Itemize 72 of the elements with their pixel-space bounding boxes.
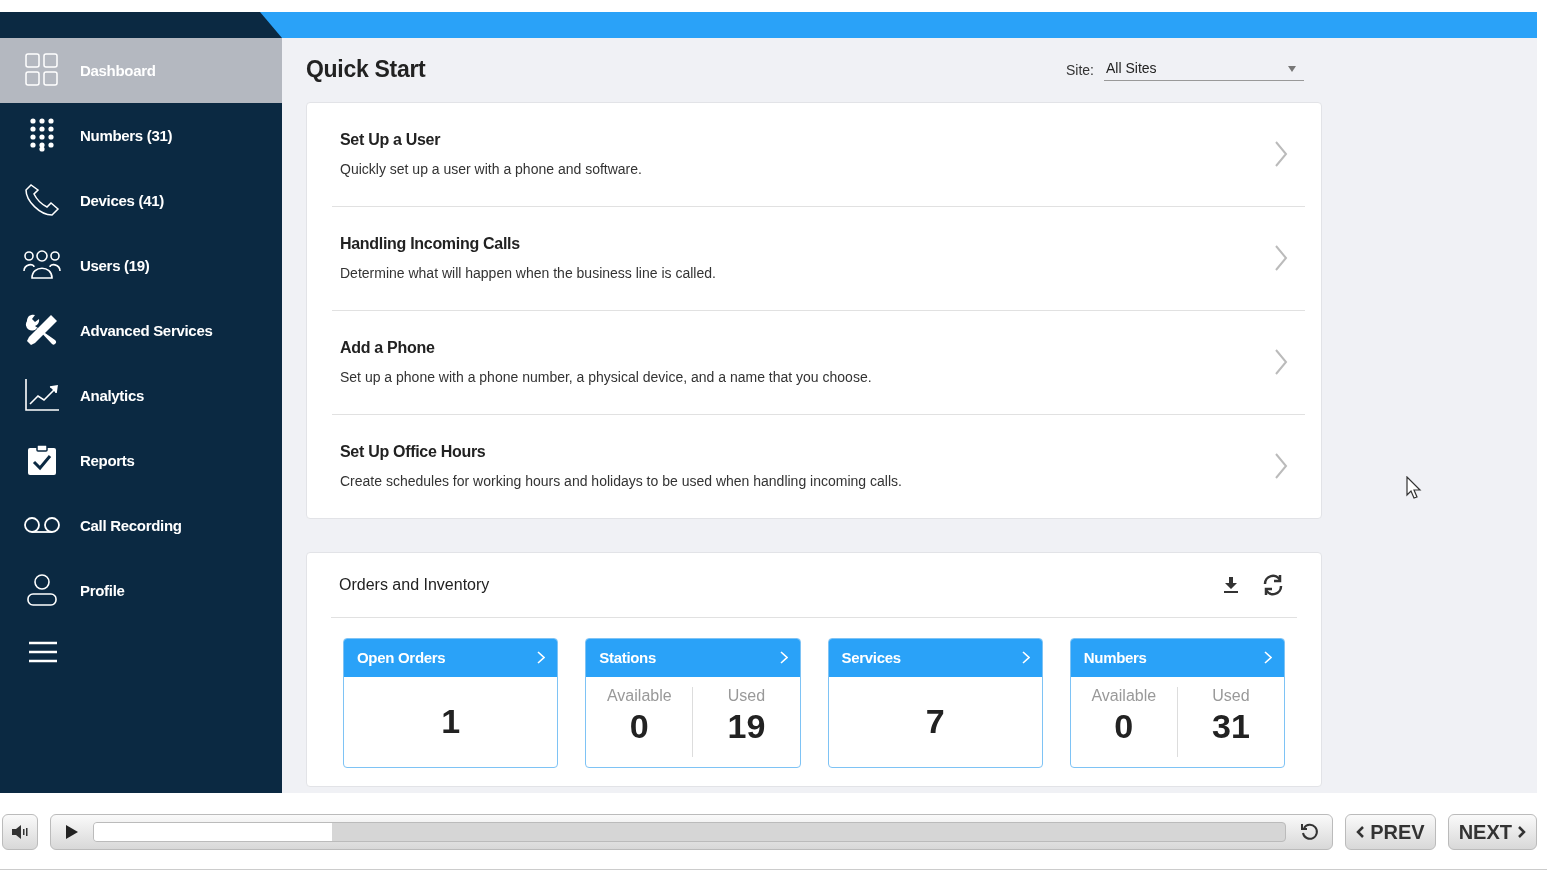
chevron-right-icon bbox=[779, 651, 788, 665]
sidebar-item[interactable]: Call Recording bbox=[0, 492, 282, 558]
chevron-right-icon bbox=[537, 651, 546, 665]
page-title: Quick Start bbox=[306, 56, 426, 84]
progress-track[interactable] bbox=[93, 822, 1287, 843]
site-dropdown[interactable]: All Sites bbox=[1104, 58, 1304, 82]
item-description: Determine what will happen when the business line is called. bbox=[340, 265, 716, 282]
chevron-right-icon bbox=[1274, 244, 1288, 273]
inventory-tile[interactable]: Numbers Available 0 Used 31 bbox=[1069, 637, 1285, 768]
quick-start-item[interactable]: Handling Incoming Calls Determine what will happen when the business line is called. bbox=[332, 206, 1305, 311]
inventory-tile[interactable]: Stations Available 0 Used 19 bbox=[585, 637, 801, 768]
download-icon[interactable] bbox=[1223, 575, 1239, 594]
tile-title: Stations bbox=[599, 649, 657, 667]
tile-title: Open Orders bbox=[357, 649, 446, 667]
volume-button[interactable] bbox=[2, 814, 38, 851]
clipboard-check-icon bbox=[26, 444, 57, 477]
sidebar-item[interactable]: Devices (41) bbox=[0, 167, 282, 233]
tile-value: 7 bbox=[925, 702, 945, 742]
keypad-icon bbox=[28, 118, 55, 153]
item-description: Create schedules for working hours and holidays to be used when handling incoming calls. bbox=[340, 473, 902, 490]
stat-value: 31 bbox=[1212, 706, 1250, 746]
item-title: Set Up Office Hours bbox=[340, 443, 487, 462]
inventory-tile[interactable]: Open Orders 1 bbox=[343, 637, 559, 768]
item-title: Set Up a User bbox=[340, 131, 442, 150]
play-icon[interactable] bbox=[65, 824, 79, 841]
stat-value: 0 bbox=[1114, 706, 1134, 746]
chevron-right-icon bbox=[1264, 651, 1272, 665]
mouse-pointer-icon bbox=[1406, 475, 1422, 500]
next-button[interactable]: NEXT bbox=[1447, 814, 1537, 851]
stat-label: Available bbox=[607, 686, 672, 705]
site-label: Site: bbox=[1066, 61, 1094, 78]
dropdown-caret-icon bbox=[1288, 66, 1296, 73]
tile-title: Numbers bbox=[1083, 649, 1147, 667]
item-description: Set up a phone with a phone number, a physical device, and a name that you choose. bbox=[340, 369, 872, 386]
sidebar-item[interactable]: Numbers (31) bbox=[0, 102, 282, 168]
tile-value: 1 bbox=[441, 702, 461, 742]
grid-icon bbox=[24, 53, 59, 88]
stat-value: 19 bbox=[727, 706, 766, 746]
sidebar-item[interactable]: Reports bbox=[0, 427, 282, 493]
chevron-right-icon bbox=[1274, 452, 1288, 481]
speaker-icon bbox=[11, 824, 29, 841]
orders-title: Orders and Inventory bbox=[339, 575, 491, 594]
chevron-left-icon bbox=[1356, 826, 1365, 839]
stat-label: Available bbox=[1091, 686, 1157, 705]
quick-start-item[interactable]: Set Up Office Hours Create schedules for working hours and holidays to be used when handling incoming calls. bbox=[332, 414, 1305, 518]
phone-icon bbox=[23, 183, 60, 218]
sidebar-item[interactable]: Analytics bbox=[0, 362, 282, 428]
stat-label: Used bbox=[1212, 686, 1250, 705]
item-title: Add a Phone bbox=[340, 339, 436, 358]
item-title: Handling Incoming Calls bbox=[340, 235, 521, 254]
refresh-icon[interactable] bbox=[1261, 573, 1285, 596]
item-description: Quickly set up a user with a phone and software. bbox=[340, 161, 642, 178]
tile-title: Services bbox=[841, 649, 901, 667]
users-icon bbox=[21, 249, 62, 282]
tools-icon bbox=[24, 313, 59, 348]
replay-icon[interactable] bbox=[1300, 822, 1321, 843]
stat-label: Used bbox=[727, 686, 766, 705]
person-icon bbox=[25, 573, 58, 608]
sidebar-item[interactable]: Advanced Services bbox=[0, 297, 282, 363]
stat-value: 0 bbox=[629, 706, 649, 746]
quick-start-item[interactable]: Set Up a User Quickly set up a user with a phone and software. bbox=[332, 102, 1305, 207]
chevron-right-icon bbox=[1518, 826, 1526, 839]
voicemail-icon bbox=[22, 516, 61, 535]
quick-start-item[interactable]: Add a Phone Set up a phone with a phone number, a physical device, and a name that you choose. bbox=[332, 310, 1305, 415]
chevron-right-icon bbox=[1274, 348, 1288, 377]
prev-button[interactable]: PREV bbox=[1345, 814, 1436, 851]
sidebar-item[interactable]: Profile bbox=[0, 557, 282, 623]
chevron-right-icon bbox=[1274, 140, 1288, 169]
sidebar-item[interactable]: Users (19) bbox=[0, 232, 282, 298]
inventory-tile[interactable]: Services 7 bbox=[827, 637, 1043, 768]
chevron-right-icon bbox=[1021, 651, 1030, 665]
line-chart-icon bbox=[23, 378, 60, 413]
